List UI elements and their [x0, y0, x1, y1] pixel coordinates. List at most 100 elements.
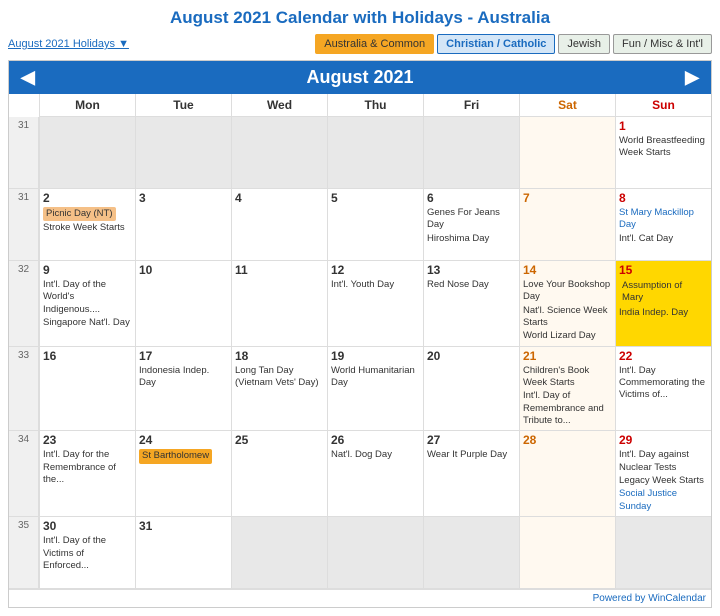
day-cell [423, 117, 519, 189]
day-cell: 30Int'l. Day of the Victims of Enforced.… [39, 517, 135, 589]
day-cell: 1World Breastfeeding Week Starts [615, 117, 711, 189]
page-title: August 2021 Calendar with Holidays - Aus… [8, 8, 712, 28]
day-number: 29 [619, 433, 708, 447]
holidays-link[interactable]: August 2021 Holidays ▼ [8, 38, 129, 50]
event: Int'l. Cat Day [619, 233, 708, 245]
day-number: 20 [427, 349, 516, 363]
day-cell: 26 Nat'l. Dog Day [327, 431, 423, 517]
event: Int'l. Day of Remembrance and Tribute to… [523, 390, 612, 427]
event: St Bartholomew [139, 449, 212, 463]
day-cell [519, 517, 615, 589]
day-number: 28 [523, 433, 612, 447]
calendar-header: ◀ August 2021 ▶ [9, 61, 711, 94]
day-number: 2 [43, 191, 132, 205]
week-number: 31 [9, 189, 39, 261]
event: World Breastfeeding Week Starts [619, 135, 708, 160]
event: Int'l. Day against Nuclear Tests [619, 449, 708, 474]
event: World Lizard Day [523, 330, 612, 342]
event: Nat'l. Dog Day [331, 449, 420, 461]
event: Int'l. Day of the World's Indigenous.... [43, 279, 132, 316]
day-cell: 11 [231, 261, 327, 347]
day-cell [231, 117, 327, 189]
tab-jewish[interactable]: Jewish [558, 34, 610, 54]
day-cell: 10 [135, 261, 231, 347]
day-number: 3 [139, 191, 228, 205]
day-cell: 5 [327, 189, 423, 261]
day-number: 26 [331, 433, 420, 447]
week-number: 35 [9, 517, 39, 589]
day-number: 18 [235, 349, 324, 363]
day-number: 7 [523, 191, 612, 205]
day-cell: 20 [423, 347, 519, 432]
calendar-body: 311World Breastfeeding Week Starts312Pic… [9, 117, 711, 589]
day-number: 8 [619, 191, 708, 205]
event: Long Tan Day (Vietnam Vets' Day) [235, 365, 324, 390]
day-cell: 23Int'l. Day for the Remembrance of the.… [39, 431, 135, 517]
event: Genes For Jeans Day [427, 207, 516, 232]
footer: Powered by WinCalendar [9, 589, 711, 607]
week-number: 32 [9, 261, 39, 347]
event: Indonesia Indep. Day [139, 365, 228, 390]
day-cell: 4 [231, 189, 327, 261]
day-cell: 18 Long Tan Day (Vietnam Vets' Day) [231, 347, 327, 432]
event: Picnic Day (NT) [43, 207, 116, 221]
tab-christian[interactable]: Christian / Catholic [437, 34, 555, 54]
event: Assumption of Mary [619, 279, 708, 306]
day-number: 22 [619, 349, 708, 363]
day-cell: 31 [135, 517, 231, 589]
tabs: Australia & Common Christian / Catholic … [315, 34, 712, 54]
event: Hiroshima Day [427, 233, 516, 245]
event: Legacy Week Starts [619, 475, 708, 487]
day-cell [519, 117, 615, 189]
day-number: 4 [235, 191, 324, 205]
tab-australia[interactable]: Australia & Common [315, 34, 434, 54]
day-number: 23 [43, 433, 132, 447]
day-number: 31 [139, 519, 228, 533]
tab-fun[interactable]: Fun / Misc & Int'l [613, 34, 712, 54]
day-cell: 13Red Nose Day [423, 261, 519, 347]
event: Singapore Nat'l. Day [43, 317, 132, 329]
event: Nat'l. Science Week Starts [523, 305, 612, 330]
header-fri: Fri [423, 94, 519, 117]
day-cell [423, 517, 519, 589]
day-cell [39, 117, 135, 189]
day-cell: 21Children's Book Week StartsInt'l. Day … [519, 347, 615, 432]
day-number: 12 [331, 263, 420, 277]
day-number: 11 [235, 263, 324, 277]
event: India Indep. Day [619, 307, 708, 319]
day-number: 25 [235, 433, 324, 447]
day-cell: 15 Assumption of MaryIndia Indep. Day [615, 261, 711, 347]
next-arrow[interactable]: ▶ [685, 67, 699, 88]
top-bar: August 2021 Holidays ▼ Australia & Commo… [8, 34, 712, 54]
day-headers: Mon Tue Wed Thu Fri Sat Sun [9, 94, 711, 117]
day-cell: 7 [519, 189, 615, 261]
day-cell: 6 Genes For Jeans DayHiroshima Day [423, 189, 519, 261]
header-mon: Mon [39, 94, 135, 117]
day-cell: 14Love Your Bookshop DayNat'l. Science W… [519, 261, 615, 347]
day-cell: 16 [39, 347, 135, 432]
week-number: 34 [9, 431, 39, 517]
header-thu: Thu [327, 94, 423, 117]
day-number: 6 [427, 191, 516, 205]
day-number: 9 [43, 263, 132, 277]
event: Stroke Week Starts [43, 222, 132, 234]
day-cell: 22 Int'l. Day Commemorating the Victims o… [615, 347, 711, 432]
week-number: 31 [9, 117, 39, 189]
day-cell: 28 [519, 431, 615, 517]
event: Children's Book Week Starts [523, 365, 612, 390]
day-cell: 24St Bartholomew [135, 431, 231, 517]
header-sun: Sun [615, 94, 711, 117]
day-cell: 25 [231, 431, 327, 517]
event: Int'l. Day Commemorating the Victims of.… [619, 365, 708, 402]
day-cell: 2 Picnic Day (NT)Stroke Week Starts [39, 189, 135, 261]
wincalendar-link[interactable]: WinCalendar [648, 593, 706, 604]
day-cell [135, 117, 231, 189]
day-cell: 17Indonesia Indep. Day [135, 347, 231, 432]
day-cell [615, 517, 711, 589]
prev-arrow[interactable]: ◀ [21, 67, 35, 88]
event: Wear It Purple Day [427, 449, 516, 461]
event: Love Your Bookshop Day [523, 279, 612, 304]
footer-text: Powered by [593, 593, 649, 604]
day-cell: 3 [135, 189, 231, 261]
day-number: 15 [619, 263, 708, 277]
